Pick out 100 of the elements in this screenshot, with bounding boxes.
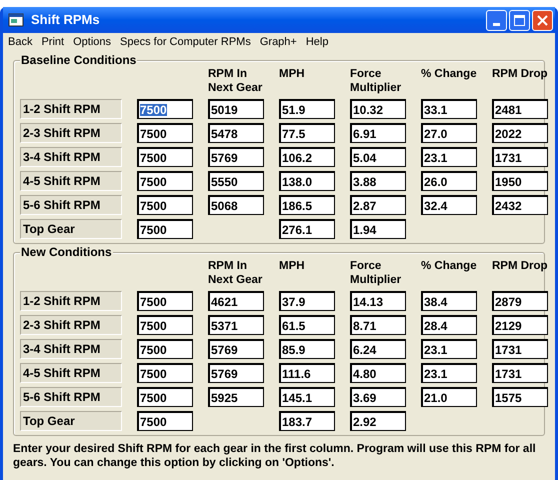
- text-field[interactable]: 10.32: [350, 99, 406, 119]
- row-label: 5-6 Shift RPM: [20, 195, 122, 215]
- row-label: 2-3 Shift RPM: [20, 315, 122, 335]
- menu-item[interactable]: Specs for Computer RPMs: [117, 34, 254, 51]
- column-header: % Change: [421, 259, 477, 273]
- text-field[interactable]: 38.4: [421, 291, 477, 311]
- row-label: 1-2 Shift RPM: [20, 99, 122, 119]
- text-field[interactable]: 5371: [208, 315, 264, 335]
- text-field[interactable]: 51.9: [279, 99, 335, 119]
- menu-item[interactable]: Graph+: [256, 34, 300, 51]
- row-label: 1-2 Shift RPM: [20, 291, 122, 311]
- row-label: 3-4 Shift RPM: [20, 147, 122, 167]
- text-field[interactable]: 23.1: [421, 339, 477, 359]
- text-field[interactable]: 7500: [137, 171, 193, 191]
- text-field[interactable]: 33.1: [421, 99, 477, 119]
- text-field[interactable]: 5068: [208, 195, 264, 215]
- menu-item[interactable]: Print: [38, 34, 68, 51]
- text-field[interactable]: 5769: [208, 339, 264, 359]
- text-field[interactable]: 37.9: [279, 291, 335, 311]
- text-field[interactable]: 85.9: [279, 339, 335, 359]
- close-button[interactable]: [532, 10, 553, 30]
- row-label: Top Gear: [20, 219, 122, 239]
- text-field[interactable]: 5478: [208, 123, 264, 143]
- text-field[interactable]: 1.94: [350, 219, 406, 239]
- text-field[interactable]: 2481: [492, 99, 548, 119]
- text-field[interactable]: 3.69: [350, 387, 406, 407]
- text-field[interactable]: 4621: [208, 291, 264, 311]
- text-field[interactable]: 2129: [492, 315, 548, 335]
- text-field[interactable]: 7500: [137, 123, 193, 143]
- text-field[interactable]: 27.0: [421, 123, 477, 143]
- text-field[interactable]: 7500: [137, 147, 193, 167]
- window-icon: [8, 13, 24, 27]
- text-field[interactable]: 21.0: [421, 387, 477, 407]
- text-field[interactable]: 1575: [492, 387, 548, 407]
- text-field[interactable]: 2879: [492, 291, 548, 311]
- menu-item[interactable]: Options: [70, 34, 114, 51]
- minimize-button[interactable]: [486, 10, 507, 30]
- menu-item[interactable]: Help: [302, 34, 332, 51]
- text-field[interactable]: 14.13: [350, 291, 406, 311]
- text-field[interactable]: 7500: [137, 291, 193, 311]
- text-field[interactable]: 138.0: [279, 171, 335, 191]
- row-label: Top Gear: [20, 411, 122, 431]
- text-field[interactable]: 32.4: [421, 195, 477, 215]
- column-header: RPM Drop: [492, 67, 548, 81]
- text-field[interactable]: 1731: [492, 147, 548, 167]
- text-field[interactable]: 3.88: [350, 171, 406, 191]
- text-field[interactable]: 61.5: [279, 315, 335, 335]
- text-field[interactable]: 7500: [137, 219, 193, 239]
- text-field[interactable]: 5550: [208, 171, 264, 191]
- text-field[interactable]: 7500: [137, 411, 193, 431]
- row-label: 2-3 Shift RPM: [20, 123, 122, 143]
- text-field[interactable]: 1731: [492, 363, 548, 383]
- menu-item[interactable]: Back: [5, 34, 36, 51]
- text-field[interactable]: 7500: [137, 363, 193, 383]
- column-header: Force Multiplier: [350, 259, 402, 287]
- minimize-icon: [493, 22, 500, 26]
- text-field[interactable]: 7500: [137, 99, 193, 119]
- text-field[interactable]: 1950: [492, 171, 548, 191]
- text-field[interactable]: 2022: [492, 123, 548, 143]
- text-field[interactable]: 5769: [208, 363, 264, 383]
- text-field[interactable]: 7500: [137, 387, 193, 407]
- text-field[interactable]: 276.1: [279, 219, 335, 239]
- column-header: % Change: [421, 67, 477, 81]
- text-field[interactable]: 5.04: [350, 147, 406, 167]
- text-field[interactable]: 2.87: [350, 195, 406, 215]
- text-field[interactable]: 186.5: [279, 195, 335, 215]
- group-title: Baseline Conditions: [20, 53, 138, 67]
- text-field[interactable]: 2.92: [350, 411, 406, 431]
- maximize-button[interactable]: [509, 10, 530, 30]
- column-header: RPM Drop: [492, 259, 548, 273]
- text-field[interactable]: 1731: [492, 339, 548, 359]
- text-field[interactable]: 2432: [492, 195, 548, 215]
- column-header: MPH: [279, 259, 305, 273]
- column-header: Force Multiplier: [350, 67, 402, 95]
- text-field[interactable]: 7500: [137, 315, 193, 335]
- text-field[interactable]: 23.1: [421, 147, 477, 167]
- column-header: RPM In Next Gear: [208, 67, 262, 95]
- text-field[interactable]: 5925: [208, 387, 264, 407]
- row-label: 3-4 Shift RPM: [20, 339, 122, 359]
- text-field[interactable]: 26.0: [421, 171, 477, 191]
- text-field[interactable]: 4.80: [350, 363, 406, 383]
- column-header: RPM In Next Gear: [208, 259, 262, 287]
- text-field[interactable]: 5019: [208, 99, 264, 119]
- text-field[interactable]: 111.6: [279, 363, 335, 383]
- row-label: 5-6 Shift RPM: [20, 387, 122, 407]
- close-icon: [537, 14, 548, 26]
- instructions-text: Enter your desired Shift RPM for each gear in the first column. Program will use this RPM for all gears. You can change this option by clicking on 'Options'.: [13, 442, 537, 470]
- text-field[interactable]: 7500: [137, 339, 193, 359]
- text-field[interactable]: 106.2: [279, 147, 335, 167]
- text-field[interactable]: 5769: [208, 147, 264, 167]
- window-title: Shift RPMs: [31, 11, 101, 30]
- text-field[interactable]: 77.5: [279, 123, 335, 143]
- text-field[interactable]: 6.91: [350, 123, 406, 143]
- text-field[interactable]: 8.71: [350, 315, 406, 335]
- text-field[interactable]: 6.24: [350, 339, 406, 359]
- text-field[interactable]: 145.1: [279, 387, 335, 407]
- text-field[interactable]: 7500: [137, 195, 193, 215]
- text-field[interactable]: 183.7: [279, 411, 335, 431]
- text-field[interactable]: 23.1: [421, 363, 477, 383]
- text-field[interactable]: 28.4: [421, 315, 477, 335]
